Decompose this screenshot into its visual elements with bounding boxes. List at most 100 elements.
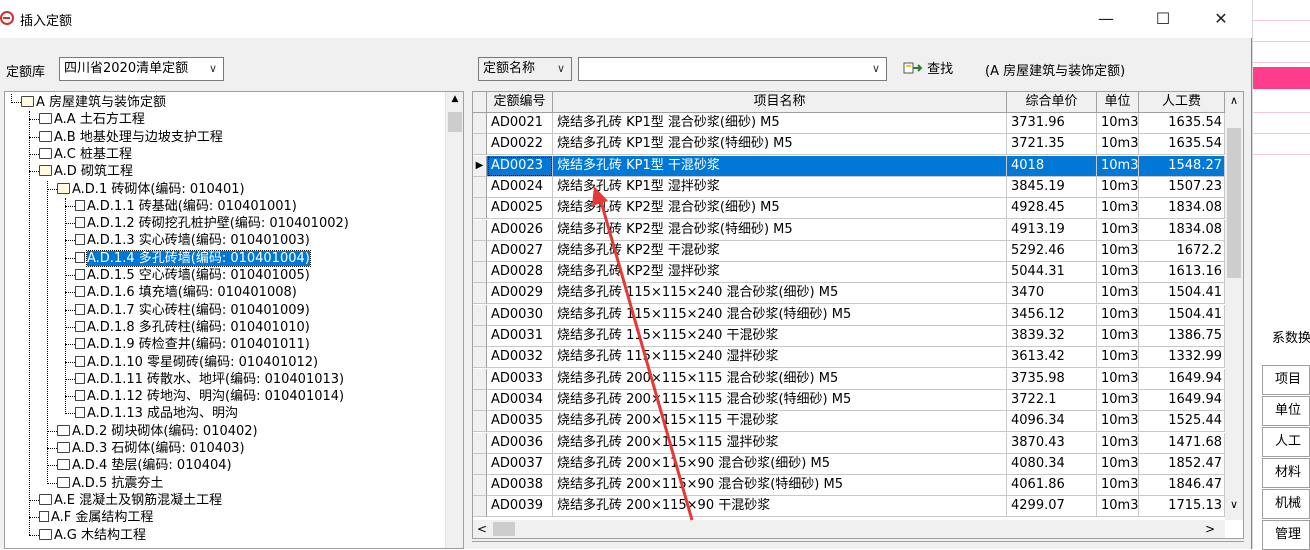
row-indicator — [473, 475, 487, 497]
tree-item-label: A.D.1.6 填充墙(编码: 010401008) — [87, 285, 297, 301]
tree-connector — [65, 240, 75, 242]
minimize-icon[interactable]: — — [1083, 0, 1129, 38]
table-row[interactable]: AD0033 烧结多孔砖 200×115×115 混合砂浆(细砂) M5 3735.… — [473, 368, 1225, 390]
document-icon — [75, 320, 85, 332]
table-row[interactable]: AD0030 烧结多孔砖 115×115×240 混合砂浆(特细砂) M5 3456… — [473, 304, 1225, 326]
tree-leaf-item[interactable]: A.D.1.12 砖地沟、明沟(编码: 010401014) — [75, 388, 344, 405]
grid-vertical-scrollbar[interactable]: ∧ ∨ — [1225, 92, 1243, 520]
tree-folder-item[interactable]: A.D.1 砖砌体(编码: 010401) — [57, 181, 245, 198]
tree-leaf-item[interactable]: A.D.1.8 多孔砖柱(编码: 010401010) — [75, 319, 310, 336]
tree-leaf-item[interactable]: A.D.1.3 实心砖墙(编码: 010401003) — [75, 232, 310, 249]
table-row[interactable]: AD0021 烧结多孔砖 KP1型 混合砂浆(细砂) M5 3731.96 10m3 1… — [473, 113, 1225, 134]
tree-connector — [47, 465, 57, 467]
scroll-left-icon[interactable]: < — [477, 520, 487, 538]
tree-leaf-item[interactable]: A.D.1.11 砖散水、地坪(编码: 010401013) — [75, 371, 344, 388]
document-icon — [75, 251, 85, 263]
tree-leaf-item[interactable]: A.D.1.5 空心砖墙(编码: 010401005) — [75, 267, 310, 284]
scroll-up-icon[interactable]: ▲ — [446, 94, 463, 104]
scroll-down-icon[interactable]: ∨ — [1225, 498, 1243, 511]
search-field-select[interactable]: 定额名称 ∨ — [478, 57, 572, 81]
cell-name: 烧结多孔砖 KP1型 混合砂浆(特细砂) M5 — [553, 134, 1007, 156]
tree-leaf-item[interactable]: A.D.1.6 填充墙(编码: 010401008) — [75, 284, 297, 301]
tree-folder-item[interactable]: A.E 混凝土及钢筋混凝土工程 — [39, 492, 222, 509]
tree-scrollbar[interactable]: ▲ — [445, 92, 463, 548]
scroll-up-icon[interactable]: ∧ — [1225, 94, 1243, 107]
cell-price: 4018 — [1007, 155, 1097, 177]
scroll-right-icon[interactable]: > — [1205, 520, 1215, 538]
folder-open-icon — [57, 182, 70, 194]
table-row[interactable]: AD0036 烧结多孔砖 200×115×115 湿拌砂浆 3870.43 10m3 1… — [473, 432, 1225, 454]
cell-code: AD0031 — [487, 326, 553, 347]
table-row[interactable]: AD0025 烧结多孔砖 KP2型 混合砂浆(细砂) M5 4928.45 10m3 1… — [473, 198, 1225, 220]
tree-folder-item[interactable]: A.C 桩基工程 — [39, 146, 132, 163]
cell-price: 3613.42 — [1007, 347, 1097, 369]
find-button[interactable]: 查找 — [903, 60, 953, 80]
table-row[interactable]: AD0028 烧结多孔砖 KP2型 湿拌砂浆 5044.31 10m3 1613.16 — [473, 262, 1225, 284]
tree-folder-item[interactable]: A.D.5 抗震夯土 — [57, 475, 163, 492]
table-row[interactable]: AD0035 烧结多孔砖 200×115×115 干混砂浆 4096.34 10m3 1… — [473, 411, 1225, 433]
window-title: 插入定额 — [20, 14, 73, 29]
tree-folder-item[interactable]: A.A 土石方工程 — [39, 111, 145, 128]
column-header-unit[interactable]: 单位 — [1097, 92, 1139, 113]
tree-folder-item[interactable]: A.D.2 砌块砌体(编码: 010402) — [57, 423, 258, 440]
tree-leaf-item[interactable]: A.D.1.1 砖基础(编码: 010401001) — [75, 198, 297, 215]
tree-folder-item[interactable]: A.D.4 垫层(编码: 010404) — [57, 457, 232, 474]
table-row[interactable]: AD0031 烧结多孔砖 115×115×240 干混砂浆 3839.32 10m3 1… — [473, 326, 1225, 347]
cell-unit: 10m3 — [1097, 304, 1139, 326]
tree-leaf-item[interactable]: A.D.1.2 砖砌挖孔桩护壁(编码: 010401002) — [75, 215, 349, 232]
secondary-grid-header — [472, 541, 1244, 549]
cell-unit: 10m3 — [1097, 453, 1139, 475]
row-indicator — [473, 283, 487, 305]
table-row[interactable]: AD0038 烧结多孔砖 200×115×90 混合砂浆(特细砂) M5 4061.… — [473, 475, 1225, 497]
tree-leaf-item[interactable]: A.D.1.7 实心砖柱(编码: 010401009) — [75, 302, 310, 319]
tree-leaf-item[interactable]: A.D.1.4 多孔砖墙(编码: 010401004) — [75, 249, 311, 267]
table-row[interactable]: AD0026 烧结多孔砖 KP2型 混合砂浆(特细砂) M5 4913.19 10m3… — [473, 219, 1225, 241]
table-row[interactable]: AD0024 烧结多孔砖 KP1型 湿拌砂浆 3845.19 10m3 1507.23 — [473, 176, 1225, 198]
tree-connector — [65, 344, 75, 346]
table-row[interactable]: ▶ AD0023 烧结多孔砖 KP1型 干混砂浆 4018 10m3 1548.27 — [473, 155, 1225, 177]
tree-folder-item[interactable]: A 房屋建筑与装饰定额 — [21, 94, 166, 111]
column-header-labor[interactable]: 人工费 — [1139, 92, 1225, 113]
tree-folder-item[interactable]: A.D.3 石砌体(编码: 010403) — [57, 440, 245, 457]
cell-name: 烧结多孔砖 200×115×90 混合砂浆(细砂) M5 — [553, 453, 1007, 475]
tree-leaf-item[interactable]: A.D.1.9 砖检查井(编码: 010401011) — [75, 336, 310, 353]
tree-connector — [29, 517, 39, 519]
tree-connector — [47, 448, 57, 449]
tree-leaf-item[interactable]: A.D.1.10 零星砌砖(编码: 010401012) — [75, 354, 318, 371]
tree-leaf-item[interactable]: A.F 金属结构工程 — [39, 509, 153, 526]
cell-code: AD0035 — [487, 411, 553, 433]
tree-leaf-item[interactable]: A.D.1.13 成品地沟、明沟 — [75, 405, 238, 422]
close-icon[interactable]: ✕ — [1198, 0, 1244, 38]
cell-name: 烧结多孔砖 200×115×90 干混砂浆 — [553, 496, 1007, 518]
tree-folder-item[interactable]: A.D 砌筑工程 — [39, 163, 133, 180]
bg-row — [1253, 0, 1310, 21]
table-row[interactable]: AD0027 烧结多孔砖 KP2型 干混砂浆 5292.46 10m3 1672.2 — [473, 240, 1225, 262]
grid-horizontal-scrollbar[interactable]: < > — [473, 520, 1225, 538]
table-row[interactable]: AD0029 烧结多孔砖 115×115×240 混合砂浆(细砂) M5 3470 1… — [473, 283, 1225, 305]
tree-scroll-thumb[interactable] — [448, 112, 462, 132]
cell-unit: 10m3 — [1097, 198, 1139, 220]
table-row[interactable]: AD0034 烧结多孔砖 200×115×115 混合砂浆(特细砂) M5 3722… — [473, 389, 1225, 411]
grid-scroll-thumb[interactable] — [1227, 128, 1241, 278]
table-row[interactable]: AD0037 烧结多孔砖 200×115×90 混合砂浆(细砂) M5 4080.3… — [473, 453, 1225, 475]
column-header-name[interactable]: 项目名称 — [553, 92, 1007, 113]
cell-price: 5044.31 — [1007, 262, 1097, 284]
tree-connector — [65, 378, 75, 380]
tree-connector — [29, 171, 39, 173]
grid-hscroll-thumb[interactable] — [493, 522, 515, 536]
table-row[interactable]: AD0022 烧结多孔砖 KP1型 混合砂浆(特细砂) M5 3721.35 10m3… — [473, 134, 1225, 156]
table-row[interactable]: AD0039 烧结多孔砖 200×115×90 干混砂浆 4299.07 10m3 17… — [473, 496, 1225, 518]
search-input[interactable]: ∨ — [578, 57, 887, 81]
tree-folder-item[interactable]: A.B 地基处理与边坡支护工程 — [39, 129, 223, 146]
cell-unit: 10m3 — [1097, 262, 1139, 284]
tree-item-label: A.D.1.11 砖散水、地坪(编码: 010401013) — [87, 371, 345, 387]
table-row[interactable]: AD0032 烧结多孔砖 115×115×240 湿拌砂浆 3613.42 10m3 1… — [473, 347, 1225, 369]
bg-row — [1253, 92, 1310, 113]
column-header-code[interactable]: 定额编号 — [487, 92, 553, 113]
tree-folder-item[interactable]: A.G 木结构工程 — [39, 527, 146, 544]
library-select[interactable]: 四川省2020清单定额 ∨ — [59, 57, 224, 81]
maximize-icon[interactable]: ☐ — [1140, 0, 1186, 38]
column-header-price[interactable]: 综合单价 — [1007, 92, 1097, 113]
chevron-down-icon: ∨ — [556, 62, 566, 75]
cell-unit: 10m3 — [1097, 326, 1139, 347]
